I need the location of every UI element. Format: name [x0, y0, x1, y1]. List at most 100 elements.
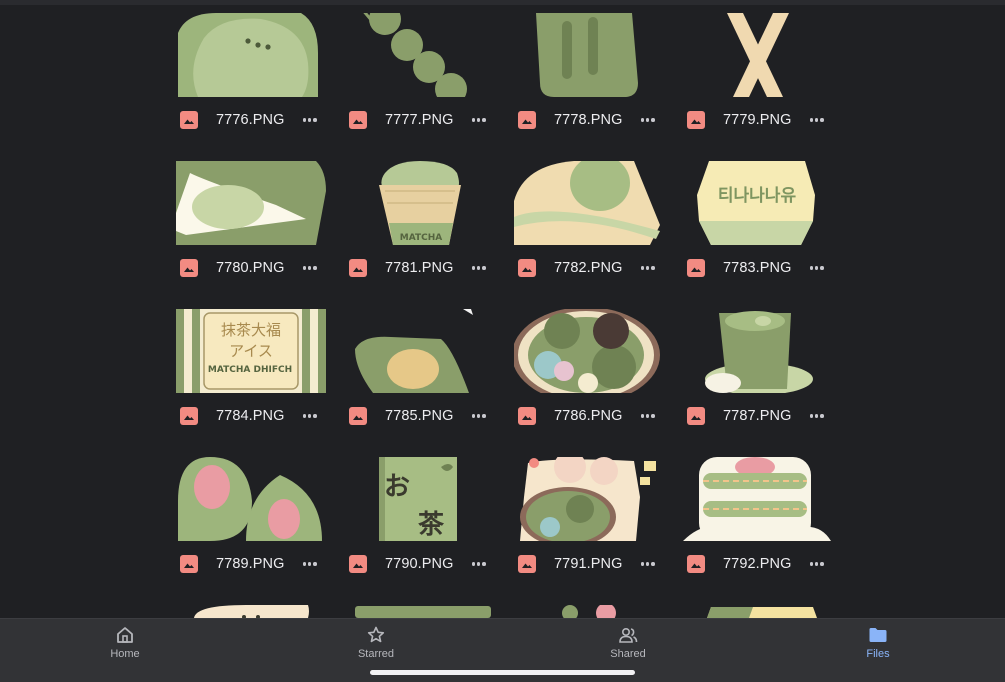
tab-files[interactable]: Files [818, 625, 938, 665]
file-tile[interactable]: お 茶 7790.PNG [345, 457, 495, 592]
file-tile[interactable] [345, 605, 495, 618]
file-thumbnail[interactable] [514, 309, 664, 393]
file-tile[interactable]: MATCHA 7781.PNG [345, 161, 495, 296]
more-options-icon[interactable] [639, 111, 657, 129]
file-name: 7778.PNG [554, 112, 623, 128]
file-grid: 7776.PNG 7777.PNG 7778.PNG 7779.PNG 7780… [0, 0, 1005, 618]
more-options-icon[interactable] [470, 407, 488, 425]
file-caption: 7789.PNG [176, 553, 326, 575]
file-tile[interactable]: 7792.PNG [683, 457, 833, 592]
thumb-text: MATCHA DHIFCH [208, 365, 292, 375]
file-thumbnail[interactable] [514, 457, 664, 541]
file-thumbnail[interactable] [514, 13, 664, 97]
more-options-icon[interactable] [301, 407, 319, 425]
file-thumbnail[interactable] [514, 161, 664, 245]
dango-skewer-thumbnail [345, 13, 495, 97]
file-name: 7787.PNG [723, 408, 792, 424]
file-caption: 7778.PNG [514, 109, 664, 131]
file-thumbnail[interactable] [176, 605, 326, 618]
file-thumbnail[interactable]: 티나나나유 [683, 161, 833, 245]
image-file-icon [518, 259, 536, 277]
file-thumbnail[interactable] [176, 457, 326, 541]
file-tile[interactable]: 7789.PNG [176, 457, 326, 592]
file-thumbnail[interactable] [176, 13, 326, 97]
file-thumbnail[interactable] [345, 13, 495, 97]
home-icon [117, 627, 133, 643]
more-options-icon[interactable] [639, 407, 657, 425]
daifuku-thumbnail [176, 13, 326, 97]
file-caption: 7784.PNG [176, 405, 326, 427]
file-tile[interactable]: 7787.PNG [683, 309, 833, 444]
partial-thumbnail [176, 605, 326, 618]
file-name: 7779.PNG [723, 112, 792, 128]
file-tile[interactable]: 7782.PNG [514, 161, 664, 296]
image-file-icon [687, 555, 705, 573]
file-name: 7792.PNG [723, 556, 792, 572]
file-tile[interactable]: 7778.PNG [514, 13, 664, 148]
milk-bottle-thumbnail: 티나나나유 [683, 161, 833, 245]
image-file-icon [687, 407, 705, 425]
file-tile[interactable]: 7786.PNG [514, 309, 664, 444]
file-thumbnail[interactable] [683, 457, 833, 541]
more-options-icon[interactable] [301, 259, 319, 277]
matcha-ice-cream-cone-thumbnail: MATCHA [345, 161, 495, 245]
file-thumbnail[interactable]: お 茶 [345, 457, 495, 541]
more-options-icon[interactable] [470, 259, 488, 277]
file-thumbnail[interactable] [683, 309, 833, 393]
file-thumbnail[interactable] [176, 161, 326, 245]
file-thumbnail[interactable] [345, 605, 495, 618]
tab-starred[interactable]: Starred [316, 625, 436, 665]
file-caption: 7781.PNG [345, 257, 495, 279]
more-options-icon[interactable] [639, 259, 657, 277]
file-thumbnail[interactable]: 抹茶大福 アイス MATCHA DHIFCH [176, 309, 326, 393]
image-file-icon [180, 407, 198, 425]
more-options-icon[interactable] [301, 111, 319, 129]
file-thumbnail[interactable] [683, 13, 833, 97]
more-options-icon[interactable] [470, 555, 488, 573]
file-caption: 7776.PNG [176, 109, 326, 131]
star-icon [367, 626, 385, 643]
file-caption: 7787.PNG [683, 405, 833, 427]
partial-thumbnail [345, 605, 495, 618]
file-tile[interactable]: 7780.PNG [176, 161, 326, 296]
file-caption: 7782.PNG [514, 257, 664, 279]
drive-app: 7776.PNG 7777.PNG 7778.PNG 7779.PNG 7780… [0, 0, 1005, 682]
file-tile[interactable]: 抹茶大福 アイス MATCHA DHIFCH 7784.PNG [176, 309, 326, 444]
image-file-icon [349, 407, 367, 425]
more-options-icon[interactable] [808, 259, 826, 277]
image-file-icon [180, 111, 198, 129]
partial-thumbnail [514, 605, 664, 618]
file-caption: 7790.PNG [345, 553, 495, 575]
file-tile[interactable]: 티나나나유 7783.PNG [683, 161, 833, 296]
file-tile[interactable]: 7777.PNG [345, 13, 495, 148]
file-caption: 7777.PNG [345, 109, 495, 131]
image-file-icon [180, 555, 198, 573]
more-options-icon[interactable] [808, 407, 826, 425]
more-options-icon[interactable] [639, 555, 657, 573]
tab-shared[interactable]: Shared [568, 625, 688, 665]
home-indicator[interactable] [370, 670, 635, 675]
file-tile[interactable] [683, 605, 833, 618]
more-options-icon[interactable] [808, 555, 826, 573]
file-thumbnail[interactable] [683, 605, 833, 618]
file-thumbnail[interactable]: MATCHA [345, 161, 495, 245]
file-thumbnail[interactable] [345, 309, 495, 393]
file-name: 7785.PNG [385, 408, 454, 424]
more-options-icon[interactable] [301, 555, 319, 573]
file-tile[interactable]: 7791.PNG [514, 457, 664, 592]
thumb-text: アイス [229, 342, 273, 360]
more-options-icon[interactable] [808, 111, 826, 129]
tab-home[interactable]: Home [65, 625, 185, 665]
more-options-icon[interactable] [470, 111, 488, 129]
file-tile[interactable]: 7776.PNG [176, 13, 326, 148]
file-thumbnail[interactable] [514, 605, 664, 618]
file-tile[interactable]: 7785.PNG [345, 309, 495, 444]
file-tile[interactable] [514, 605, 664, 618]
image-file-icon [518, 111, 536, 129]
file-caption: 7792.PNG [683, 553, 833, 575]
file-tile[interactable]: 7779.PNG [683, 13, 833, 148]
file-tile[interactable] [176, 605, 326, 618]
file-name: 7781.PNG [385, 260, 454, 276]
matcha-stick-thumbnail [514, 13, 664, 97]
layered-cake-slice-thumbnail [514, 161, 664, 245]
